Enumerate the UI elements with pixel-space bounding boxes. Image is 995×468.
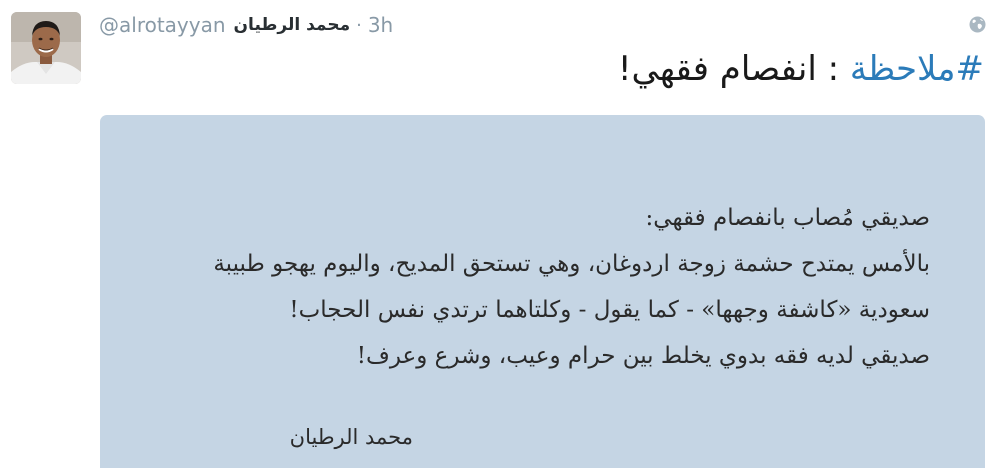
image-text-line: بالأمس يمتدح حشمة زوجة اردوغان، وهي تستح…	[213, 251, 930, 277]
avatar-photo	[11, 12, 81, 84]
image-text-line: صديقي مُصاب بانفصام فقهي:	[645, 205, 930, 231]
tweet-text: #ملاحظة : انفصام فقهي!	[104, 44, 984, 94]
image-text-line: صديقي لديه فقه بدوي يخلط بين حرام وعيب، …	[356, 343, 930, 369]
hashtag-link[interactable]: #ملاحظة	[850, 49, 984, 89]
image-text-line: سعودية «كاشفة وجهها» - كما يقول - وكلتاه…	[289, 297, 930, 323]
meta-separator: ·	[356, 14, 362, 36]
avatar[interactable]	[11, 12, 81, 84]
image-signature: محمد الرطيان	[289, 425, 413, 449]
tweet: @alrotayyan محمد الرطيان · 3h #ملاحظة : …	[0, 0, 995, 468]
user-handle[interactable]: @alrotayyan	[99, 13, 226, 37]
timestamp[interactable]: 3h	[368, 13, 393, 37]
user-name[interactable]: محمد الرطيان	[234, 15, 351, 35]
attached-image[interactable]: صديقي مُصاب بانفصام فقهي: بالأمس يمتدح ح…	[100, 115, 985, 468]
tweet-text-body: : انفصام فقهي!	[617, 49, 850, 89]
globe-icon	[969, 16, 986, 33]
tweet-header: @alrotayyan محمد الرطيان · 3h	[99, 10, 393, 40]
image-text-block: صديقي مُصاب بانفصام فقهي: بالأمس يمتدح ح…	[170, 195, 930, 379]
